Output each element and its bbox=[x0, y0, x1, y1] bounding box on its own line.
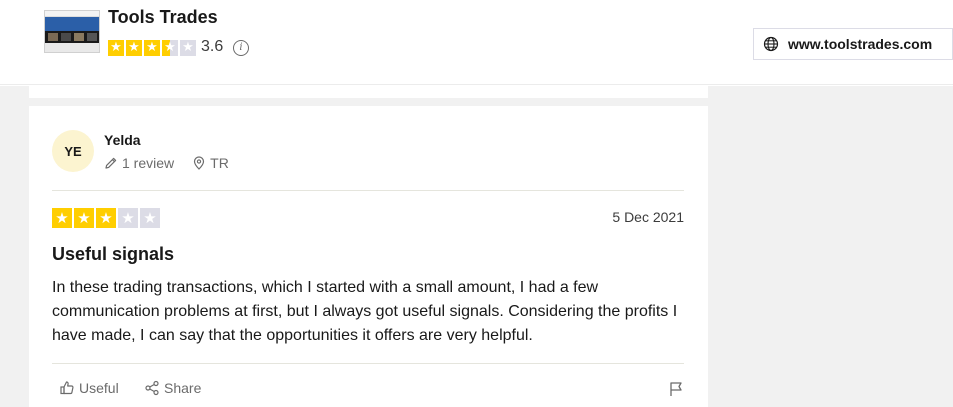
flag-icon[interactable] bbox=[668, 381, 684, 397]
divider bbox=[52, 190, 684, 191]
company-star-rating: ★ ★ ★ ★ ★ bbox=[108, 40, 196, 56]
website-link[interactable]: www.toolstrades.com bbox=[753, 28, 953, 60]
star-icon: ★ bbox=[96, 208, 116, 228]
trust-score: 3.6 bbox=[201, 38, 224, 55]
star-icon: ★ bbox=[74, 208, 94, 228]
reviewer-name[interactable]: Yelda bbox=[104, 132, 141, 148]
share-button[interactable]: Share bbox=[144, 380, 201, 396]
thumbs-up-icon bbox=[60, 381, 74, 395]
review-count: 1 review bbox=[122, 155, 175, 171]
star-icon: ★ bbox=[180, 40, 196, 56]
company-header: Tools Trades ★ ★ ★ ★ ★ 3.6 i www.toolstr… bbox=[0, 0, 953, 85]
review-card: YE Yelda 1 review TR ★ ★ ★ ★ ★ 5 Dec 202… bbox=[29, 106, 708, 407]
star-icon: ★ bbox=[52, 208, 72, 228]
divider bbox=[52, 363, 684, 364]
star-icon: ★ bbox=[118, 208, 138, 228]
useful-label: Useful bbox=[79, 380, 119, 396]
avatar[interactable]: YE bbox=[52, 130, 94, 172]
star-icon: ★ bbox=[144, 40, 160, 56]
review-body: In these trading transactions, which I s… bbox=[52, 279, 678, 344]
star-icon: ★ bbox=[140, 208, 160, 228]
pencil-icon bbox=[105, 157, 117, 169]
company-name[interactable]: Tools Trades bbox=[108, 7, 218, 28]
useful-button[interactable]: Useful bbox=[59, 380, 119, 396]
star-icon: ★ bbox=[126, 40, 142, 56]
globe-icon bbox=[763, 36, 779, 52]
review-date: 5 Dec 2021 bbox=[612, 209, 684, 225]
star-icon: ★ bbox=[162, 40, 178, 56]
location-pin-icon bbox=[194, 156, 205, 170]
reviewer-country: TR bbox=[210, 155, 229, 171]
share-label: Share bbox=[164, 380, 202, 396]
info-icon[interactable]: i bbox=[233, 40, 249, 56]
website-url: www.toolstrades.com bbox=[788, 36, 933, 52]
share-icon bbox=[145, 380, 159, 396]
reviewer-meta: 1 review TR bbox=[104, 155, 229, 171]
review-title[interactable]: Useful signals bbox=[52, 244, 174, 265]
previous-review-card bbox=[29, 86, 708, 98]
sidebar-area bbox=[708, 86, 953, 407]
review-star-rating: ★ ★ ★ ★ ★ bbox=[52, 208, 160, 228]
company-logo[interactable] bbox=[44, 10, 100, 53]
star-icon: ★ bbox=[108, 40, 124, 56]
